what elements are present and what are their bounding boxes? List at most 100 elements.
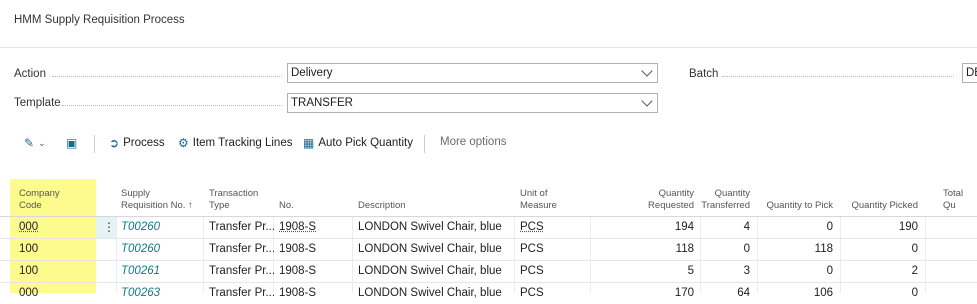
tracking-icon: ⚙ xyxy=(178,136,189,150)
header-line: Quantity Picked xyxy=(851,200,918,211)
auto-pick-label: Auto Pick Quantity xyxy=(318,137,413,149)
process-button[interactable]: ➲ Process xyxy=(109,136,165,150)
supply-requisition-link[interactable]: T00263 xyxy=(121,287,160,299)
open-in-window-button[interactable]: ▣ xyxy=(66,136,77,150)
quantity-transferred-cell: 64 xyxy=(737,287,750,299)
supply-requisition-link[interactable]: T00260 xyxy=(121,243,160,255)
company-code-cell[interactable]: 100 xyxy=(19,243,38,255)
table-row[interactable]: 100 T00260 Transfer Pr... 1908-S LONDON … xyxy=(0,239,977,260)
quantity-to-pick-cell[interactable]: 0 xyxy=(760,221,833,233)
quantity-picked-cell: 0 xyxy=(911,243,918,255)
table-row[interactable]: 000 T00263 Transfer Pr... 1908-S LONDON … xyxy=(0,283,977,304)
unit-cell[interactable]: PCS xyxy=(520,287,544,299)
col-quantity-picked[interactable]: Quantity Picked xyxy=(840,200,918,212)
header-line: Requested xyxy=(648,200,694,211)
header-line: No. xyxy=(279,200,294,211)
quantity-to-pick-cell[interactable]: 106 xyxy=(760,287,833,299)
item-tracking-lines-button[interactable]: ⚙ Item Tracking Lines xyxy=(178,136,292,150)
table-row[interactable]: 000 ⋮ T00260 Transfer Pr... 1908-S LONDO… xyxy=(0,217,977,238)
col-unit-of-measure[interactable]: Unit of Measure xyxy=(520,188,557,212)
action-value: Delivery xyxy=(291,67,333,79)
unit-cell[interactable]: PCS xyxy=(520,221,544,233)
batch-label: Batch xyxy=(689,68,719,80)
template-select[interactable]: TRANSFER xyxy=(287,93,658,113)
description-cell: LONDON Swivel Chair, blue xyxy=(358,221,502,233)
calculator-icon: ▦ xyxy=(303,136,315,150)
header-line: Quantity xyxy=(714,188,750,199)
chevron-down-icon: ⌄ xyxy=(38,137,46,148)
company-code-cell[interactable]: 000 xyxy=(19,221,38,233)
action-bar: ✎ ⌄ ▣ ➲ Process ⚙ Item Tracking Lines ▦ … xyxy=(0,132,977,156)
header-line: Transaction xyxy=(209,188,259,199)
batch-value: DE xyxy=(966,67,977,79)
header-line: Company xyxy=(19,188,60,199)
quantity-transferred-cell: 3 xyxy=(743,265,750,277)
page-title: HMM Supply Requisition Process xyxy=(14,14,185,26)
quantity-requested-cell: 5 xyxy=(687,265,694,277)
header-line: Type xyxy=(209,200,230,211)
col-total-quantity[interactable]: Total Qu xyxy=(943,188,977,212)
more-options-label: More options xyxy=(440,136,507,148)
header-divider xyxy=(0,47,977,48)
quantity-requested-cell: 194 xyxy=(674,221,694,233)
quantity-picked-cell: 0 xyxy=(911,287,918,299)
quantity-requested-cell: 118 xyxy=(675,243,694,255)
item-no-cell[interactable]: 1908-S xyxy=(279,287,316,299)
quantity-requested-cell: 170 xyxy=(674,287,694,299)
batch-field[interactable]: DE xyxy=(962,63,977,83)
description-cell: LONDON Swivel Chair, blue xyxy=(358,265,502,277)
company-code-cell[interactable]: 100 xyxy=(19,265,38,277)
supply-requisition-link[interactable]: T00261 xyxy=(121,265,160,277)
header-line: Requisition No. ↑ xyxy=(121,200,193,211)
col-quantity-transferred[interactable]: Quantity Transferred xyxy=(700,188,750,212)
template-value: TRANSFER xyxy=(291,97,353,109)
header-line: Measure xyxy=(520,200,557,211)
col-supply-requisition-no[interactable]: Supply Requisition No. ↑ xyxy=(121,188,193,212)
company-code-cell[interactable]: 000 xyxy=(19,287,38,299)
header-line: Total Qu xyxy=(943,188,964,211)
item-no-cell[interactable]: 1908-S xyxy=(279,221,316,233)
more-options-button[interactable]: More options xyxy=(440,136,506,148)
item-no-cell[interactable]: 1908-S xyxy=(279,265,316,277)
col-description[interactable]: Description xyxy=(358,200,406,212)
unit-cell[interactable]: PCS xyxy=(520,265,544,277)
header-line: Supply xyxy=(121,188,151,199)
transaction-type-cell: Transfer Pr... xyxy=(209,243,276,255)
auto-pick-quantity-button[interactable]: ▦ Auto Pick Quantity xyxy=(303,136,413,150)
quantity-to-pick-cell[interactable]: 0 xyxy=(760,265,833,277)
chevron-down-icon xyxy=(641,65,653,77)
unit-cell[interactable]: PCS xyxy=(520,243,544,255)
action-select[interactable]: Delivery xyxy=(287,63,658,83)
col-quantity-requested[interactable]: Quantity Requested xyxy=(594,188,694,212)
header-line: Code xyxy=(19,200,42,211)
col-company-code[interactable]: Company Code xyxy=(19,188,60,212)
transaction-type-cell: Transfer Pr... xyxy=(209,265,276,277)
action-label: Action xyxy=(14,68,46,80)
item-tracking-label: Item Tracking Lines xyxy=(192,137,293,149)
header-line: Quantity to Pick xyxy=(766,200,833,211)
more-actions-icon[interactable]: ⋮ xyxy=(103,220,115,234)
header-line: Unit of xyxy=(520,188,548,199)
col-transaction-type[interactable]: Transaction Type xyxy=(209,188,258,212)
col-quantity-to-pick[interactable]: Quantity to Pick xyxy=(760,200,833,212)
toolbar-separator xyxy=(424,135,425,153)
description-cell: LONDON Swivel Chair, blue xyxy=(358,287,502,299)
chevron-down-icon xyxy=(641,95,653,107)
quantity-transferred-cell: 4 xyxy=(743,221,750,233)
edit-list-button[interactable]: ✎ ⌄ xyxy=(24,136,46,150)
process-label: Process xyxy=(123,137,165,149)
header-line: Quantity xyxy=(658,188,694,199)
process-arrow-icon: ➲ xyxy=(109,136,120,150)
batch-leader-dots xyxy=(722,76,954,78)
supply-requisition-link[interactable]: T00260 xyxy=(121,221,160,233)
template-leader-dots xyxy=(62,105,282,107)
quantity-to-pick-cell[interactable]: 118 xyxy=(760,243,833,255)
col-no[interactable]: No. xyxy=(279,200,294,212)
header-line: Description xyxy=(358,200,406,211)
item-no-cell[interactable]: 1908-S xyxy=(279,243,316,255)
table-row[interactable]: 100 T00261 Transfer Pr... 1908-S LONDON … xyxy=(0,261,977,282)
header-line: Transferred xyxy=(701,200,750,211)
transaction-type-cell: Transfer Pr... xyxy=(209,287,276,299)
toolbar-separator xyxy=(94,135,95,153)
description-cell: LONDON Swivel Chair, blue xyxy=(358,243,502,255)
